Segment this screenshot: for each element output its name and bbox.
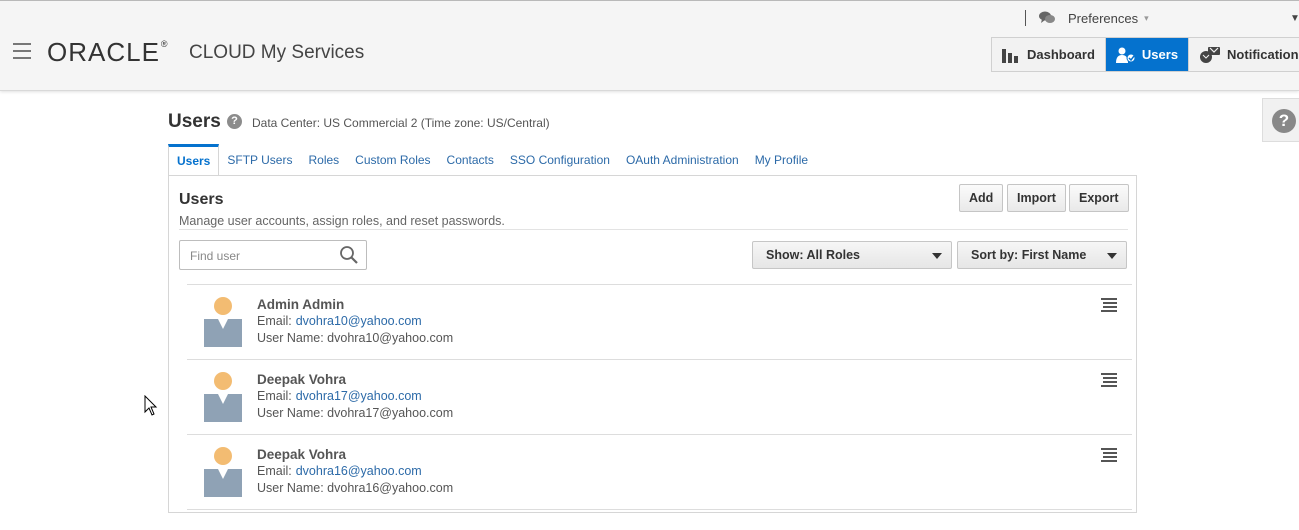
- sort-select[interactable]: Sort by: First Name: [957, 241, 1127, 269]
- export-button[interactable]: Export: [1069, 184, 1129, 212]
- user-menu-caret-icon[interactable]: ▼: [1290, 13, 1299, 24]
- help-icon: ?: [1272, 109, 1296, 133]
- user-row[interactable]: Admin Admin Email: dvohra10@yahoo.com Use…: [187, 285, 1132, 360]
- tab-bar: Users SFTP Users Roles Custom Roles Cont…: [168, 144, 816, 175]
- panel-description: Manage user accounts, assign roles, and …: [179, 214, 505, 228]
- user-row[interactable]: Deepak Vohra Email: dvohra17@yahoo.com Us…: [187, 360, 1132, 435]
- tab-roles[interactable]: Roles: [300, 144, 347, 175]
- add-button[interactable]: Add: [959, 184, 1004, 212]
- user-email-line: Email: dvohra10@yahoo.com: [257, 314, 422, 328]
- primary-nav: Dashboard Users Notifications: [991, 37, 1299, 72]
- user-full-name[interactable]: Deepak Vohra: [257, 447, 346, 462]
- bar-chart-icon: [1002, 48, 1018, 63]
- avatar-icon: [204, 372, 242, 422]
- user-email-link[interactable]: dvohra16@yahoo.com: [296, 464, 422, 478]
- users-icon: [1115, 47, 1136, 63]
- preferences-caret-icon[interactable]: ▾: [1144, 13, 1149, 24]
- search-input[interactable]: [180, 241, 342, 271]
- app-title: CLOUD My Services: [189, 42, 365, 63]
- user-email-link[interactable]: dvohra10@yahoo.com: [296, 314, 422, 328]
- row-actions-menu-icon[interactable]: [1101, 373, 1117, 388]
- tab-sftp-users[interactable]: SFTP Users: [219, 144, 300, 175]
- separator: [1025, 10, 1026, 26]
- question-icon[interactable]: ?: [227, 114, 242, 129]
- user-username-line: User Name: dvohra16@yahoo.com: [257, 481, 454, 495]
- mouse-pointer-icon: [144, 395, 158, 416]
- hamburger-menu-icon[interactable]: [13, 43, 31, 59]
- user-email-line: Email: dvohra17@yahoo.com: [257, 389, 422, 403]
- user-username-line: User Name: dvohra10@yahoo.com: [257, 331, 454, 345]
- user-row[interactable]: Deepak Vohra Email: dvohra16@yahoo.com Us…: [187, 435, 1132, 510]
- top-utility-bar: Preferences ▾: [1025, 9, 1149, 27]
- user-username-line: User Name: dvohra17@yahoo.com: [257, 406, 454, 420]
- top-border: [0, 0, 1299, 1]
- import-button[interactable]: Import: [1007, 184, 1066, 212]
- nav-notifications-button[interactable]: Notifications: [1189, 38, 1299, 71]
- notifications-icon: [1200, 46, 1221, 63]
- avatar-icon: [204, 297, 242, 347]
- users-panel: Users Manage user accounts, assign roles…: [168, 175, 1137, 513]
- tab-users[interactable]: Users: [168, 144, 220, 175]
- page-title: Users: [168, 111, 221, 132]
- tab-my-profile[interactable]: My Profile: [747, 144, 816, 175]
- nav-users-button[interactable]: Users: [1105, 38, 1190, 71]
- user-email-link[interactable]: dvohra17@yahoo.com: [296, 389, 422, 403]
- show-roles-select[interactable]: Show: All Roles: [752, 241, 952, 269]
- tab-oauth-administration[interactable]: OAuth Administration: [618, 144, 747, 175]
- datacenter-info: Data Center: US Commercial 2 (Time zone:…: [252, 116, 550, 130]
- panel-divider: [179, 229, 1128, 230]
- dropdown-arrow-icon: [932, 253, 942, 259]
- panel-title: Users: [179, 191, 224, 208]
- row-actions-menu-icon[interactable]: [1101, 448, 1117, 463]
- preferences-link[interactable]: Preferences: [1068, 11, 1138, 26]
- user-email-line: Email: dvohra16@yahoo.com: [257, 464, 422, 478]
- dropdown-arrow-icon: [1107, 253, 1117, 259]
- user-full-name[interactable]: Deepak Vohra: [257, 372, 346, 387]
- search-icon[interactable]: [339, 245, 359, 265]
- oracle-logo: ORACLE®: [47, 37, 169, 67]
- nav-dashboard-button[interactable]: Dashboard: [992, 38, 1106, 71]
- search-box: [179, 240, 367, 271]
- tab-custom-roles[interactable]: Custom Roles: [347, 144, 438, 175]
- avatar-icon: [204, 447, 242, 497]
- help-panel-toggle[interactable]: ?: [1262, 98, 1299, 142]
- user-full-name[interactable]: Admin Admin: [257, 297, 344, 312]
- row-actions-menu-icon[interactable]: [1101, 298, 1117, 313]
- chat-icon[interactable]: [1039, 11, 1055, 25]
- tab-contacts[interactable]: Contacts: [439, 144, 502, 175]
- app-header: ORACLE® CLOUD My Services Preferences ▾ …: [0, 0, 1299, 91]
- tab-sso-configuration[interactable]: SSO Configuration: [502, 144, 618, 175]
